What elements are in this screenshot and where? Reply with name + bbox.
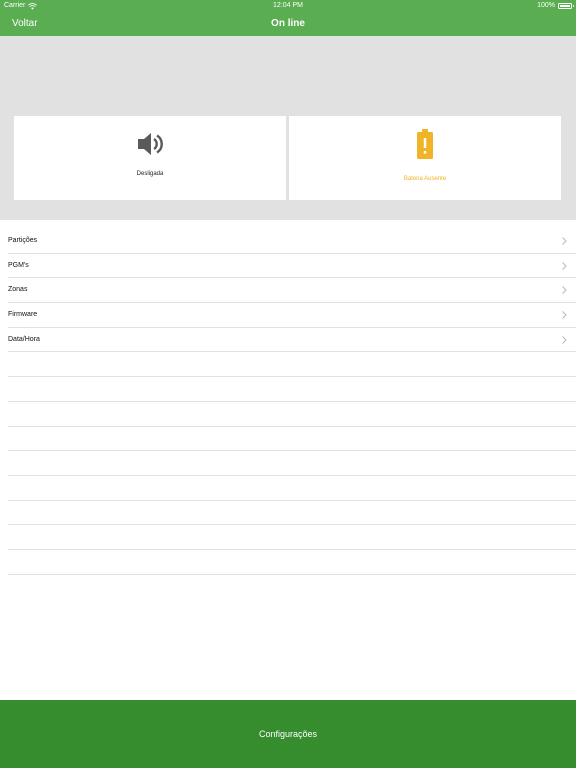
- chevron-right-icon: [562, 261, 567, 270]
- battery-percent: 100%: [537, 2, 555, 9]
- chevron-right-icon: [562, 335, 567, 344]
- battery-warning-icon: [289, 128, 561, 160]
- menu-item-pgms[interactable]: PGM's: [8, 254, 576, 279]
- menu-item-data-hora[interactable]: Data/Hora: [8, 328, 576, 353]
- clock: 12:04 PM: [273, 2, 303, 9]
- empty-row: [8, 427, 576, 452]
- chevron-right-icon: [562, 286, 567, 295]
- chevron-right-icon: [562, 311, 567, 319]
- settings-button[interactable]: Configurações: [0, 700, 576, 768]
- menu-item-label: Partições: [8, 237, 38, 244]
- page-title: On line: [271, 18, 305, 29]
- empty-row: [8, 476, 576, 501]
- menu-item-label: PGM's: [8, 261, 29, 269]
- empty-row: [8, 501, 576, 526]
- status-panel: Desligada Bateria Ausente: [0, 36, 576, 220]
- siren-card[interactable]: Desligada: [14, 116, 286, 200]
- chevron-right-icon: [562, 237, 567, 245]
- top-bar: Carrier 12:04 PM 100% Voltar On line: [0, 0, 576, 36]
- menu-item-label: Zonas: [8, 286, 28, 294]
- battery-card[interactable]: Bateria Ausente: [289, 116, 561, 200]
- menu-item-firmware[interactable]: Firmware: [8, 303, 576, 328]
- menu-item-label: Firmware: [8, 311, 38, 319]
- status-bar: Carrier 12:04 PM 100%: [0, 0, 576, 12]
- menu-item-zonas[interactable]: Zonas: [8, 278, 576, 304]
- navigation-bar: Voltar On line: [0, 12, 576, 36]
- empty-row: [8, 352, 576, 378]
- speaker-icon: [14, 130, 286, 158]
- battery-icon: [558, 3, 574, 9]
- empty-row: [8, 377, 576, 402]
- battery-status-label: Bateria Ausente: [403, 176, 447, 182]
- menu-list: Partições PGM's Zonas Firmware Data/Hora: [8, 229, 576, 575]
- status-right: 100%: [537, 0, 574, 12]
- siren-status-label: Desligada: [136, 171, 164, 177]
- menu-item-particoes[interactable]: Partições: [8, 229, 576, 254]
- settings-button-label: Configurações: [258, 729, 318, 739]
- empty-row: [8, 402, 576, 427]
- empty-row: [8, 550, 576, 575]
- menu-item-label: Data/Hora: [8, 335, 40, 343]
- empty-row: [8, 451, 576, 476]
- empty-row: [8, 525, 576, 550]
